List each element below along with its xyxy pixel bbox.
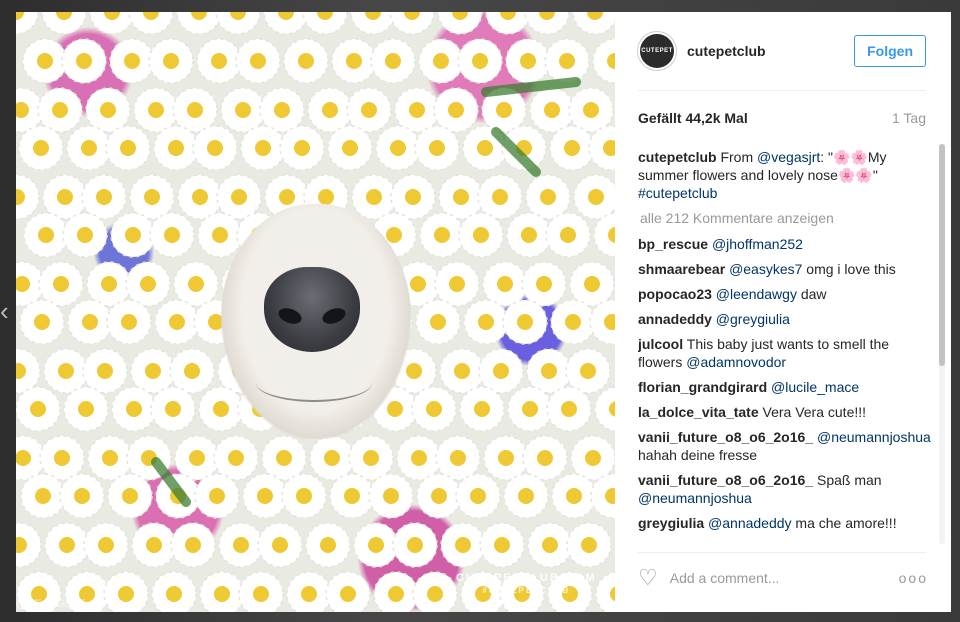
caption-text-before: From: [716, 149, 758, 165]
comment-item: bp_rescue @jhoffman252: [638, 235, 932, 253]
caption-hashtag[interactable]: #cutepetclub: [638, 185, 717, 201]
footer-divider: [638, 552, 926, 553]
avatar[interactable]: CUTEPET: [638, 32, 676, 70]
comments-list[interactable]: cutepetclub From @vegasjrt: "🌸🌸My summer…: [638, 148, 932, 546]
photo-credit: @VEGASJRT: [16, 598, 86, 610]
add-comment-row: ♡ ooo: [638, 564, 928, 592]
caption-username[interactable]: cutepetclub: [638, 149, 717, 165]
comments-scrollbar[interactable]: [939, 144, 945, 544]
comment-text: daw: [796, 286, 827, 302]
post-time[interactable]: 1 Tag: [892, 110, 926, 126]
comment-username[interactable]: greygiulia: [638, 515, 704, 531]
comment-mention[interactable]: @neumannjoshua: [638, 490, 752, 506]
comment-text: Vera Vera cute!!!: [758, 404, 867, 420]
photo-watermark: CUTEPETCLUB.COM #CUTEPETCLUB: [456, 572, 597, 595]
comment-item: vanii_future_o8_o6_2o16_ Spaß man @neuma…: [638, 471, 932, 507]
follow-button[interactable]: Folgen: [854, 35, 926, 67]
post-photo[interactable]: CUTEPETCLUB.COM #CUTEPETCLUB @VEGASJRT: [16, 12, 615, 612]
comment-username[interactable]: florian_grandgirard: [638, 379, 767, 395]
comment-text: Spaß man: [813, 472, 882, 488]
comment-item: shmaarebear @easykes7 omg i love this: [638, 260, 932, 278]
comment-item: popocao23 @leendawgy daw: [638, 285, 932, 303]
comment-username[interactable]: annadeddy: [638, 311, 712, 327]
comment-username[interactable]: shmaarebear: [638, 261, 725, 277]
more-options-icon[interactable]: ooo: [899, 570, 928, 586]
caption-mention[interactable]: @vegasjrt: [757, 149, 820, 165]
comment-username[interactable]: la_dolce_vita_tate: [638, 404, 759, 420]
comment-mention[interactable]: @jhoffman252: [712, 236, 803, 252]
dog-nose: [264, 267, 360, 352]
comment-mention[interactable]: @lucile_mace: [771, 379, 859, 395]
comment-input[interactable]: [669, 570, 899, 586]
post-side-panel: CUTEPET cutepetclub Folgen Gefällt 44,2k…: [615, 12, 951, 612]
show-all-comments-link[interactable]: alle 212 Kommentare anzeigen: [638, 209, 932, 227]
comment-text: ma che amore!!!: [791, 515, 897, 531]
previous-arrow-icon[interactable]: ‹: [0, 298, 9, 324]
comment-username[interactable]: vanii_future_o8_o6_2o16_: [638, 429, 813, 445]
comment-mention[interactable]: @neumannjoshua: [817, 429, 931, 445]
header-divider: [638, 90, 926, 91]
caption: cutepetclub From @vegasjrt: "🌸🌸My summer…: [638, 148, 932, 202]
comment-mention[interactable]: @annadeddy: [708, 515, 792, 531]
post-modal: CUTEPETCLUB.COM #CUTEPETCLUB @VEGASJRT C…: [16, 12, 951, 612]
comment-username[interactable]: julcool: [638, 336, 683, 352]
likes-count[interactable]: Gefällt 44,2k Mal: [638, 110, 748, 126]
comment-item: annadeddy @greygiulia: [638, 310, 932, 328]
comment-mention[interactable]: @adamnovodor: [686, 354, 786, 370]
post-header: CUTEPET cutepetclub Folgen: [615, 12, 951, 90]
comment-mention[interactable]: @easykes7: [729, 261, 802, 277]
comment-text: hahah deine fresse: [638, 447, 758, 463]
dog-mouth: [256, 364, 372, 402]
comment-mention[interactable]: @greygiulia: [716, 311, 790, 327]
username-link[interactable]: cutepetclub: [687, 43, 854, 59]
comment-mention[interactable]: @leendawgy: [716, 286, 797, 302]
comment-item: julcool This baby just wants to smell th…: [638, 335, 932, 371]
comment-item: vanii_future_o8_o6_2o16_ @neumannjoshua …: [638, 428, 932, 464]
comment-item: greygiulia @annadeddy ma che amore!!!: [638, 514, 932, 532]
comment-item: la_dolce_vita_tate Vera Vera cute!!!: [638, 403, 932, 421]
likes-row: Gefällt 44,2k Mal 1 Tag: [638, 110, 926, 126]
comment-item: florian_grandgirard @lucile_mace: [638, 378, 932, 396]
heart-outline-icon[interactable]: ♡: [638, 567, 658, 589]
comment-text: omg i love this: [802, 261, 896, 277]
comment-username[interactable]: popocao23: [638, 286, 712, 302]
scrollbar-thumb[interactable]: [939, 144, 945, 366]
comment-username[interactable]: vanii_future_o8_o6_2o16_: [638, 472, 813, 488]
comment-username[interactable]: bp_rescue: [638, 236, 708, 252]
